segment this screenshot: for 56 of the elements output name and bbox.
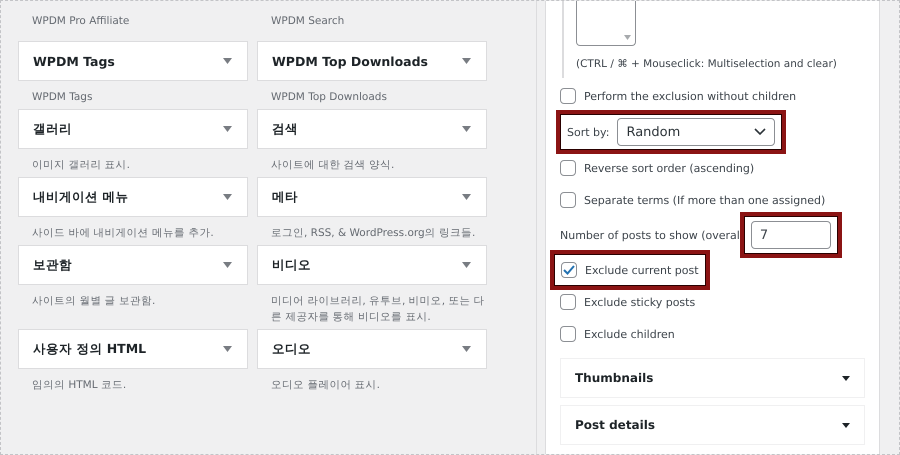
checkbox-label: Separate terms (If more than one assigned)	[584, 194, 826, 206]
number-label: Number of posts to show (overal	[560, 228, 740, 242]
dropdown-arrow-icon	[462, 126, 471, 132]
widget-description: 임의의 HTML 코드.	[31, 378, 128, 393]
checkbox-label: Reverse sort order (ascending)	[584, 162, 754, 174]
widget-description: 이미지 갤러리 표시.	[31, 158, 132, 173]
widget-item[interactable]: WPDM Tags	[18, 41, 248, 81]
widget-item[interactable]: 메타	[257, 177, 487, 217]
widget-item[interactable]: 오디오	[257, 329, 487, 369]
widget-item[interactable]: 보관함	[18, 245, 248, 285]
collapsible-section[interactable]: Thumbnails	[560, 358, 865, 398]
widget-description: 사이드 바에 내비게이션 메뉴를 추가.	[31, 226, 215, 241]
dropdown-arrow-icon	[223, 126, 232, 132]
widget-description: 로그인, RSS, & WordPress.org의 링크들.	[270, 226, 476, 241]
dropdown-arrow-icon	[462, 262, 471, 268]
widget-item[interactable]: 사용자 정의 HTML	[18, 329, 248, 369]
dropdown-arrow-icon	[462, 346, 471, 352]
checkbox-label: Exclude sticky posts	[584, 296, 696, 308]
widget-description: WPDM Pro Affiliate	[31, 14, 130, 29]
dropdown-arrow-icon	[842, 422, 850, 428]
widget-description: 오디오 플레이어 표시.	[270, 378, 382, 393]
multi-select-list[interactable]	[576, 1, 636, 46]
widget-item[interactable]: WPDM Top Downloads	[257, 41, 487, 81]
scroll-arrow-icon[interactable]	[624, 35, 631, 40]
widget-item[interactable]: 갤러리	[18, 109, 248, 149]
sort-label: Sort by:	[567, 126, 610, 138]
dropdown-arrow-icon	[223, 346, 232, 352]
checkbox[interactable]	[560, 192, 576, 208]
checkbox[interactable]	[560, 294, 576, 310]
checkbox-label: Exclude children	[584, 328, 675, 340]
widget-item[interactable]: 비디오	[257, 245, 487, 285]
widget-item[interactable]: 내비게이션 메뉴	[18, 177, 248, 217]
checkbox[interactable]	[561, 262, 577, 278]
widget-description: WPDM Top Downloads	[270, 90, 388, 105]
checkbox[interactable]	[560, 88, 576, 104]
widget-item[interactable]: 검색	[257, 109, 487, 149]
dropdown-arrow-icon	[223, 262, 232, 268]
collapsible-section[interactable]: Post details	[560, 405, 865, 445]
widget-description: WPDM Tags	[31, 90, 94, 105]
dropdown-arrow-icon	[462, 58, 471, 64]
widget-description: WPDM Search	[270, 14, 346, 29]
dropdown-arrow-icon	[223, 58, 232, 64]
checkbox-label: Exclude current post	[585, 264, 699, 276]
checkbox[interactable]	[560, 160, 576, 176]
widget-description: 사이트에 대한 검색 양식.	[270, 158, 396, 173]
widget-description: 미디어 라이브러리, 유투브, 비미오, 또는 다른 제공자를 통해 비디오를 표시.	[270, 294, 486, 325]
dropdown-arrow-icon	[223, 194, 232, 200]
hint-text: (CTRL / ⌘ + Mouseclick: Multiselection and clear)	[576, 58, 838, 70]
widget-description: 사이트의 월별 글 보관함.	[31, 294, 156, 309]
number-field[interactable]: 7	[750, 221, 831, 249]
dropdown-arrow-icon	[842, 376, 850, 380]
sort-select[interactable]: Random	[617, 118, 776, 146]
checkbox-label: Perform the exclusion without children	[584, 90, 796, 102]
checkbox[interactable]	[560, 326, 576, 342]
dropdown-arrow-icon	[462, 194, 471, 200]
chevron-down-icon	[754, 128, 766, 136]
